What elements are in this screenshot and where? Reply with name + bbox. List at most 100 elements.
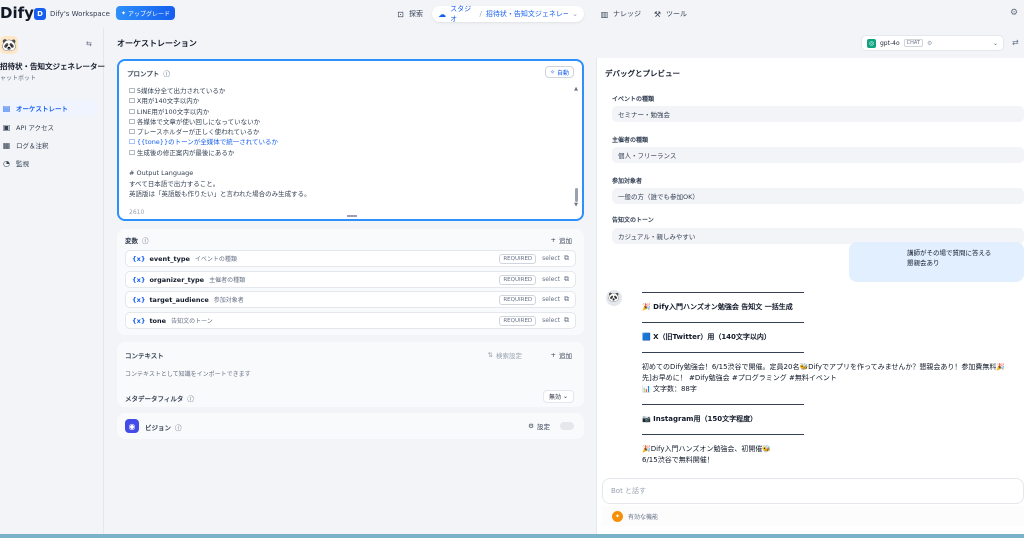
plus-icon: + (550, 236, 556, 244)
sparkle-icon: ✦ (121, 9, 128, 17)
variable-row[interactable]: {x} organizer_type 主催者の種類 REQUIRED selec… (125, 271, 576, 288)
model-selector[interactable]: ◎ gpt-4o CHAT ⚙ ⌄ (861, 35, 1004, 51)
nav-tools[interactable]: ⚒ ツール (647, 6, 693, 22)
prompt-line (129, 158, 569, 168)
context-panel: コンテキスト ⇅ 検索設定 + 追加 コンテキストとして知識をインポートできます… (117, 342, 584, 407)
enabled-features-bar[interactable]: ✦ 有効な機能 (602, 506, 1024, 526)
nav-explore[interactable]: ⊡ 探索 (390, 6, 429, 22)
prompt-editor[interactable]: プロンプト ⓘ ✧ 自動 ☐ 5媒体分全て出力されているか ☐ X用が140文字… (117, 59, 584, 221)
answer-text: 初めてのDify勉強会！6/15渋谷で開催。定員20名🐝Difyでアプリを作って… (642, 363, 1006, 371)
resize-handle[interactable] (347, 215, 357, 217)
scroll-down-icon[interactable]: ▼ (574, 202, 578, 208)
auto-generate-button[interactable]: ✧ 自動 (544, 66, 574, 78)
input-select[interactable]: 一般の方（誰でも参加OK） (612, 188, 1024, 204)
help-icon: ⓘ (163, 70, 170, 78)
prompt-line: すべて日本語で出力すること。 (129, 179, 220, 188)
copy-icon[interactable]: ⧉ (564, 254, 569, 263)
variable-icon: {x} (132, 275, 146, 284)
variable-row[interactable]: {x} tone 告知文のトーン REQUIRED select ⧉ (125, 312, 576, 329)
help-icon: ⓘ (187, 395, 194, 403)
variable-row[interactable]: {x} target_audience 参加対象者 REQUIRED selec… (125, 291, 576, 308)
prompt-scrollbar[interactable] (575, 188, 578, 202)
variable-type: select (542, 317, 560, 324)
studio-icon: ☁ (438, 9, 447, 19)
input-select[interactable]: 個人・フリーランス (612, 147, 1024, 163)
model-name: gpt-4o (880, 39, 900, 47)
nav-studio[interactable]: ☁ スタジオ / 招待状・告知文ジェネレー... ⌄ (432, 5, 584, 23)
required-badge: REQUIRED (499, 274, 537, 285)
add-context-button[interactable]: + 追加 (551, 350, 572, 360)
answer-text: 先]お早めに！ #Dify勉強会 #プログラミング #無料イベント (642, 374, 837, 382)
sliders-icon: ⇅ (487, 351, 493, 359)
variable-row[interactable]: {x} event_type イベントの種類 REQUIRED select ⧉ (125, 250, 576, 267)
copy-icon[interactable]: ⧉ (564, 316, 569, 325)
sparkle-icon: ✧ (549, 68, 555, 76)
search-settings-label: 検索設定 (496, 352, 522, 360)
add-variable-button[interactable]: + 追加 (551, 235, 572, 245)
divider (642, 404, 804, 405)
prompt-text[interactable]: ☐ 5媒体分全て出力されているか ☐ X用が140文字以内か ☐ LINE用が1… (129, 86, 569, 199)
chevron-down-icon: ⌄ (562, 393, 568, 400)
settings-icon[interactable]: ⚙ (1010, 8, 1018, 18)
variable-key: organizer_type (149, 275, 205, 284)
user-message-line: 懇親会あり (907, 259, 940, 267)
upgrade-label: アップグレード (127, 10, 170, 18)
metadata-filter-select[interactable]: 無効 ⌄ (542, 390, 574, 403)
upgrade-button[interactable]: ✦ アップグレード (116, 6, 175, 20)
vision-settings-button[interactable]: ⚙ 設定 (528, 421, 550, 431)
workspace-selector[interactable]: D Dify's Workspace ⌄ (34, 6, 120, 22)
variable-key: event_type (149, 254, 190, 263)
window-bottom-strip (0, 534, 1024, 538)
copy-icon[interactable]: ⧉ (564, 295, 569, 304)
nav-knowledge[interactable]: ▥ ナレッジ (594, 6, 647, 22)
sidebar-item-orchestrate[interactable]: ▤ オーケストレート (0, 100, 98, 116)
sidebar-item-logs[interactable]: ▦ ログ＆注釈 (0, 137, 98, 153)
prompt-line: ☐ 生成後の修正案内が最後にあるか (129, 148, 235, 157)
input-label: 告知文のトーン (612, 217, 654, 224)
monitor-icon: ◔ (3, 158, 10, 168)
sliders-icon[interactable]: ⇄ (1012, 38, 1019, 47)
input-label: 参加対象者 (612, 178, 643, 185)
sidebar-app-name: 招待状・告知文ジェネレーター (0, 62, 105, 71)
input-label: イベントの種類 (612, 96, 655, 103)
variable-key: tone (149, 316, 167, 325)
variables-panel: 変数 ⓘ + 追加 {x} event_type イベントの種類 REQUIRE… (117, 229, 584, 335)
collapse-sidebar-icon[interactable]: ⇆ (86, 40, 92, 48)
variable-label: 主催者の種類 (209, 277, 246, 284)
sidebar-item-api-access[interactable]: ▣ API アクセス (0, 119, 98, 135)
search-settings-button[interactable]: ⇅ 検索設定 (488, 350, 522, 360)
help-icon: ⓘ (142, 237, 149, 245)
api-icon: ▣ (2, 122, 11, 132)
debug-title: デバッグとプレビュー (605, 69, 680, 78)
variable-type: select (542, 255, 560, 262)
workspace-badge: D (34, 8, 46, 20)
sidebar-item-label: オーケストレート (16, 105, 68, 113)
dify-logo[interactable]: Dify (0, 4, 34, 22)
current-app-name[interactable]: 招待状・告知文ジェネレー... (486, 9, 568, 19)
variable-icon: {x} (132, 295, 146, 304)
prompt-line: ☐ X用が140文字以内か (129, 97, 200, 106)
feature-label: 有効な機能 (628, 513, 659, 521)
metadata-filter-text: メタデータフィルタ (125, 395, 184, 403)
prompt-line: ☐ 各媒体で文章が使い回しになっていないか (129, 117, 261, 126)
variable-type: select (542, 276, 560, 283)
workspace-name: Dify's Workspace (50, 10, 110, 18)
nav-separator: / (479, 10, 482, 18)
vision-toggle[interactable] (560, 422, 574, 430)
variables-title-text: 変数 (125, 237, 138, 245)
scroll-up-icon[interactable]: ▲ (574, 86, 578, 92)
orchestration-title: オーケストレーション (117, 39, 197, 48)
sidebar-app-type: ャットボット (0, 75, 37, 82)
vision-title: ビジョン ⓘ (145, 422, 182, 432)
answer-title: 🎉 Dify入門ハンズオン勉強会 告知文 一括生成 (642, 303, 793, 311)
instagram-heading: 📷 Instagram用（150文字程度） (642, 415, 758, 423)
chat-input[interactable]: Bot と話す (602, 478, 1024, 504)
copy-icon[interactable]: ⧉ (564, 275, 569, 284)
user-message: 講師がその場で質問に答える 懇親会あり (849, 242, 1024, 282)
input-select[interactable]: セミナー・勉強会 (612, 106, 1024, 122)
prompt-line: ☐ 5媒体分全て出力されているか (129, 87, 226, 95)
sidebar-item-monitoring[interactable]: ◔ 監視 (0, 155, 98, 171)
divider (642, 434, 804, 435)
metadata-filter-label: メタデータフィルタ ⓘ (125, 393, 194, 403)
nav-studio-label: スタジオ (450, 5, 472, 23)
